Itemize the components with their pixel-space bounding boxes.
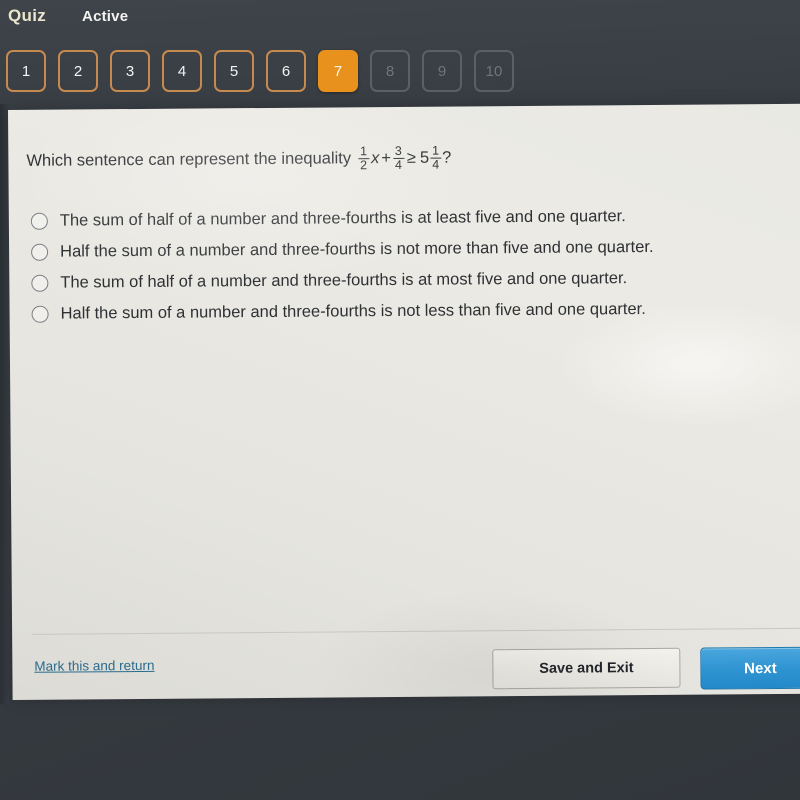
answer-options-list: The sum of half of a number and three-fo… — [30, 206, 790, 324]
question-number-nav: 1 2 3 4 5 6 7 8 9 10 — [6, 50, 514, 92]
nav-button-7-active[interactable]: 7 — [318, 50, 358, 92]
inequality-expression: 1 2 x + 3 4 ≥ 5 1 4 ? — [357, 143, 452, 173]
variable-x: x — [370, 148, 380, 167]
fraction-numerator: 1 — [359, 144, 368, 159]
fraction-numerator: 1 — [432, 143, 440, 158]
mark-this-and-return-link[interactable]: Mark this and return — [34, 658, 154, 674]
fraction-denominator: 4 — [392, 158, 405, 173]
answer-option-2[interactable]: Half the sum of a number and three-fourt… — [31, 237, 789, 262]
greater-or-equal-icon: ≥ — [406, 148, 417, 167]
radio-button-icon[interactable] — [31, 305, 49, 323]
nav-button-6[interactable]: 6 — [266, 50, 306, 92]
quiz-content-card: Which sentence can represent the inequal… — [8, 103, 800, 700]
question-stem: Which sentence can represent the inequal… — [26, 142, 786, 175]
whole-number-five: 5 — [419, 148, 430, 167]
nav-button-10-locked: 10 — [474, 50, 514, 92]
quiz-label: Quiz — [8, 6, 47, 25]
radio-button-icon[interactable] — [30, 212, 48, 230]
question-stem-text: Which sentence can represent the inequal… — [26, 149, 352, 170]
answer-option-4[interactable]: Half the sum of a number and three-fourt… — [31, 299, 790, 324]
card-footer-bar: Mark this and return Save and Exit Next — [12, 629, 800, 700]
radio-button-icon[interactable] — [31, 274, 49, 292]
nav-button-5[interactable]: 5 — [214, 50, 254, 92]
answer-option-3[interactable]: The sum of half of a number and three-fo… — [31, 268, 789, 293]
screen-left-bezel — [0, 104, 9, 704]
quiz-header-bar: Quiz Active 1 2 3 4 5 6 7 8 9 10 — [0, 0, 800, 110]
fraction-denominator: 2 — [358, 158, 370, 173]
answer-option-label: Half the sum of a number and three-fourt… — [60, 237, 654, 261]
nav-button-2[interactable]: 2 — [58, 50, 98, 92]
next-button[interactable]: Next — [700, 646, 800, 690]
plus-operator: + — [381, 148, 392, 167]
nav-button-3[interactable]: 3 — [110, 50, 150, 92]
answer-option-label: The sum of half of a number and three-fo… — [60, 269, 628, 292]
radio-button-icon[interactable] — [31, 243, 49, 261]
nav-button-4[interactable]: 4 — [162, 50, 202, 92]
fraction-numerator: 3 — [394, 143, 402, 158]
answer-option-label: Half the sum of a number and three-fourt… — [60, 299, 646, 323]
nav-button-1[interactable]: 1 — [6, 50, 46, 92]
fraction-one-fourth: 1 4 — [430, 143, 442, 172]
fraction-one-half: 1 2 — [358, 144, 370, 173]
answer-option-label: The sum of half of a number and three-fo… — [59, 207, 626, 230]
nav-button-9-locked: 9 — [422, 50, 462, 92]
quiz-status-label: Active — [82, 8, 129, 25]
fraction-denominator: 4 — [430, 157, 442, 172]
answer-option-1[interactable]: The sum of half of a number and three-fo… — [30, 206, 789, 231]
nav-button-8-locked: 8 — [370, 50, 410, 92]
header-titles: Quiz Active — [8, 6, 128, 26]
save-and-exit-button[interactable]: Save and Exit — [492, 647, 681, 690]
question-mark: ? — [442, 148, 452, 167]
fraction-three-fourths: 3 4 — [392, 143, 405, 173]
